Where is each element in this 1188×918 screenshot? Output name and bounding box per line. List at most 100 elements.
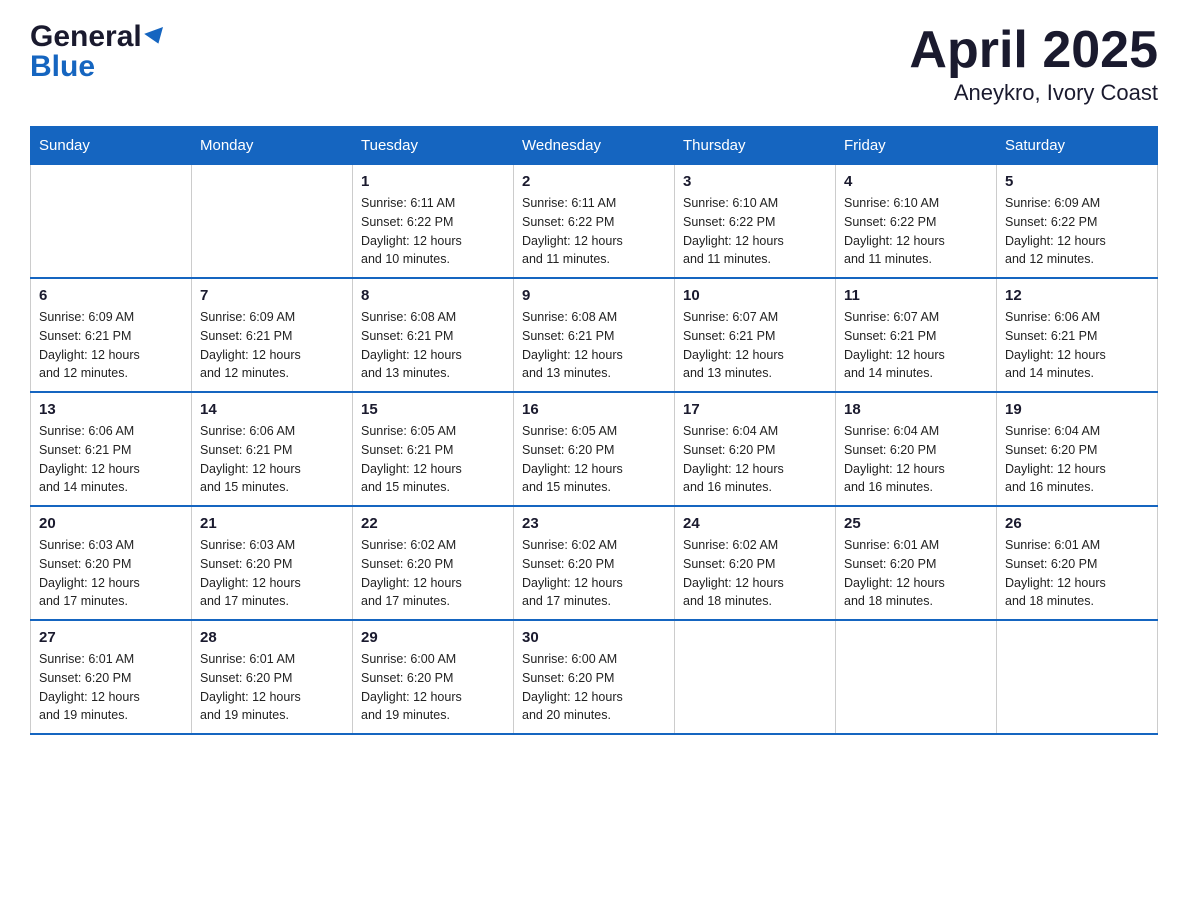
calendar-week-row: 1 Sunrise: 6:11 AM Sunset: 6:22 PM Daylig… [31,165,1158,279]
calendar-cell: 30 Sunrise: 6:00 AM Sunset: 6:20 PM Dayli… [514,620,675,734]
day-info: Sunrise: 6:05 AM Sunset: 6:20 PM Dayligh… [522,422,666,497]
day-number: 26 [1005,515,1149,532]
calendar-cell: 9Sunrise: 6:08 AM Sunset: 6:21 PM Daylig… [514,278,675,392]
day-number: 5 [1005,173,1149,190]
calendar-cell [675,620,836,734]
day-info: Sunrise: 6:00 AM Sunset: 6:20 PM Dayligh… [522,650,666,725]
day-number: 8 [361,287,505,304]
day-number: 28 [200,629,344,646]
day-number: 24 [683,515,827,532]
day-info: Sunrise: 6:09 AM Sunset: 6:22 PM Dayligh… [1005,194,1149,269]
calendar-cell: 1 Sunrise: 6:11 AM Sunset: 6:22 PM Daylig… [353,165,514,279]
day-info: Sunrise: 6:02 AM Sunset: 6:20 PM Dayligh… [522,536,666,611]
day-info: Sunrise: 6:06 AM Sunset: 6:21 PM Dayligh… [39,422,183,497]
weekday-header-row: SundayMondayTuesdayWednesdayThursdayFrid… [31,127,1158,165]
calendar-cell [997,620,1158,734]
day-number: 14 [200,401,344,418]
day-number: 11 [844,287,988,304]
day-number: 12 [1005,287,1149,304]
day-number: 25 [844,515,988,532]
calendar-cell: 14 Sunrise: 6:06 AM Sunset: 6:21 PM Dayli… [192,392,353,506]
day-number: 13 [39,401,183,418]
day-info: Sunrise: 6:01 AM Sunset: 6:20 PM Dayligh… [1005,536,1149,611]
day-info: Sunrise: 6:06 AM Sunset: 6:21 PM Dayligh… [1005,308,1149,383]
calendar-cell: 2Sunrise: 6:11 AM Sunset: 6:22 PM Daylig… [514,165,675,279]
day-number: 15 [361,401,505,418]
day-info: Sunrise: 6:09 AM Sunset: 6:21 PM Dayligh… [39,308,183,383]
day-info: Sunrise: 6:06 AM Sunset: 6:21 PM Dayligh… [200,422,344,497]
day-number: 3 [683,173,827,190]
calendar-cell: 29Sunrise: 6:00 AM Sunset: 6:20 PM Dayli… [353,620,514,734]
calendar-subtitle: Aneykro, Ivory Coast [909,80,1158,106]
calendar-cell: 11 Sunrise: 6:07 AM Sunset: 6:21 PM Dayli… [836,278,997,392]
weekday-header: Friday [836,127,997,165]
day-number: 6 [39,287,183,304]
calendar-cell: 10Sunrise: 6:07 AM Sunset: 6:21 PM Dayli… [675,278,836,392]
calendar-cell: 3 Sunrise: 6:10 AM Sunset: 6:22 PM Daylig… [675,165,836,279]
day-info: Sunrise: 6:04 AM Sunset: 6:20 PM Dayligh… [683,422,827,497]
calendar-title: April 2025 [909,20,1158,80]
day-info: Sunrise: 6:01 AM Sunset: 6:20 PM Dayligh… [844,536,988,611]
calendar-cell: 25 Sunrise: 6:01 AM Sunset: 6:20 PM Dayli… [836,506,997,620]
calendar-cell: 5 Sunrise: 6:09 AM Sunset: 6:22 PM Daylig… [997,165,1158,279]
day-number: 21 [200,515,344,532]
calendar-cell: 7 Sunrise: 6:09 AM Sunset: 6:21 PM Daylig… [192,278,353,392]
calendar-cell: 19Sunrise: 6:04 AM Sunset: 6:20 PM Dayli… [997,392,1158,506]
calendar-cell: 22Sunrise: 6:02 AM Sunset: 6:20 PM Dayli… [353,506,514,620]
day-info: Sunrise: 6:02 AM Sunset: 6:20 PM Dayligh… [683,536,827,611]
day-number: 18 [844,401,988,418]
day-info: Sunrise: 6:01 AM Sunset: 6:20 PM Dayligh… [200,650,344,725]
calendar-cell: 26 Sunrise: 6:01 AM Sunset: 6:20 PM Dayli… [997,506,1158,620]
day-info: Sunrise: 6:01 AM Sunset: 6:20 PM Dayligh… [39,650,183,725]
day-info: Sunrise: 6:11 AM Sunset: 6:22 PM Dayligh… [361,194,505,269]
day-number: 20 [39,515,183,532]
weekday-header: Tuesday [353,127,514,165]
logo-general: General [30,20,142,54]
day-info: Sunrise: 6:07 AM Sunset: 6:21 PM Dayligh… [844,308,988,383]
day-info: Sunrise: 6:03 AM Sunset: 6:20 PM Dayligh… [200,536,344,611]
logo-blue: Blue [30,50,95,84]
title-block: April 2025 Aneykro, Ivory Coast [909,20,1158,106]
calendar-cell: 18 Sunrise: 6:04 AM Sunset: 6:20 PM Dayli… [836,392,997,506]
day-number: 22 [361,515,505,532]
calendar-table: SundayMondayTuesdayWednesdayThursdayFrid… [30,126,1158,735]
day-info: Sunrise: 6:10 AM Sunset: 6:22 PM Dayligh… [683,194,827,269]
calendar-cell [836,620,997,734]
calendar-cell: 27Sunrise: 6:01 AM Sunset: 6:20 PM Dayli… [31,620,192,734]
weekday-header: Sunday [31,127,192,165]
calendar-cell: 17Sunrise: 6:04 AM Sunset: 6:20 PM Dayli… [675,392,836,506]
day-number: 10 [683,287,827,304]
calendar-week-row: 6 Sunrise: 6:09 AM Sunset: 6:21 PM Daylig… [31,278,1158,392]
day-info: Sunrise: 6:08 AM Sunset: 6:21 PM Dayligh… [361,308,505,383]
logo: General Blue [30,20,166,84]
calendar-week-row: 27Sunrise: 6:01 AM Sunset: 6:20 PM Dayli… [31,620,1158,734]
calendar-week-row: 13 Sunrise: 6:06 AM Sunset: 6:21 PM Dayli… [31,392,1158,506]
day-number: 19 [1005,401,1149,418]
calendar-cell: 24 Sunrise: 6:02 AM Sunset: 6:20 PM Dayli… [675,506,836,620]
day-info: Sunrise: 6:04 AM Sunset: 6:20 PM Dayligh… [844,422,988,497]
weekday-header: Saturday [997,127,1158,165]
day-number: 2 [522,173,666,190]
calendar-cell: 8 Sunrise: 6:08 AM Sunset: 6:21 PM Daylig… [353,278,514,392]
day-number: 30 [522,629,666,646]
day-info: Sunrise: 6:03 AM Sunset: 6:20 PM Dayligh… [39,536,183,611]
day-info: Sunrise: 6:08 AM Sunset: 6:21 PM Dayligh… [522,308,666,383]
calendar-cell: 21 Sunrise: 6:03 AM Sunset: 6:20 PM Dayli… [192,506,353,620]
day-number: 1 [361,173,505,190]
calendar-cell: 20 Sunrise: 6:03 AM Sunset: 6:20 PM Dayli… [31,506,192,620]
logo-triangle-icon [144,27,168,47]
calendar-cell: 28 Sunrise: 6:01 AM Sunset: 6:20 PM Dayli… [192,620,353,734]
calendar-cell: 15Sunrise: 6:05 AM Sunset: 6:21 PM Dayli… [353,392,514,506]
calendar-cell: 16Sunrise: 6:05 AM Sunset: 6:20 PM Dayli… [514,392,675,506]
calendar-cell [31,165,192,279]
calendar-cell: 4Sunrise: 6:10 AM Sunset: 6:22 PM Daylig… [836,165,997,279]
calendar-cell: 12 Sunrise: 6:06 AM Sunset: 6:21 PM Dayli… [997,278,1158,392]
day-info: Sunrise: 6:00 AM Sunset: 6:20 PM Dayligh… [361,650,505,725]
day-number: 7 [200,287,344,304]
day-info: Sunrise: 6:09 AM Sunset: 6:21 PM Dayligh… [200,308,344,383]
calendar-cell: 13 Sunrise: 6:06 AM Sunset: 6:21 PM Dayli… [31,392,192,506]
weekday-header: Wednesday [514,127,675,165]
calendar-week-row: 20 Sunrise: 6:03 AM Sunset: 6:20 PM Dayli… [31,506,1158,620]
calendar-cell [192,165,353,279]
weekday-header: Monday [192,127,353,165]
